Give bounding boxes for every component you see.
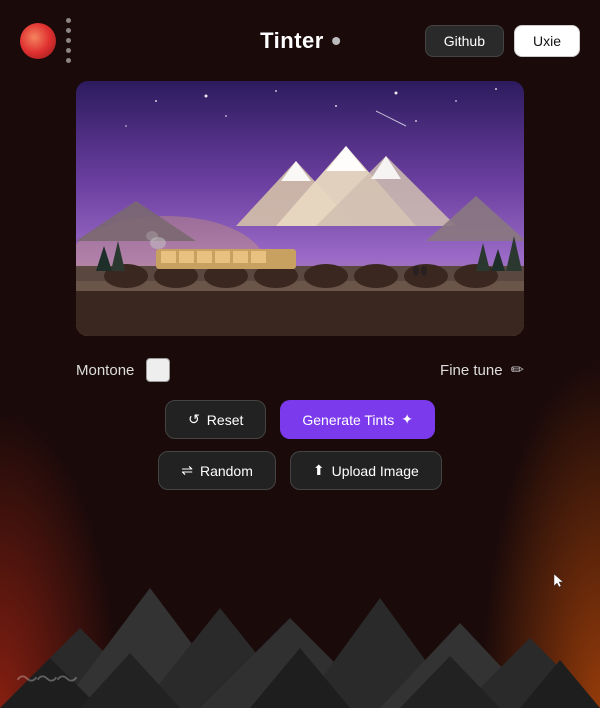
logo-icon	[20, 23, 56, 59]
reset-icon: ↺	[188, 411, 200, 428]
upload-button[interactable]: ⬆ Upload Image	[290, 451, 442, 490]
image-container	[76, 81, 524, 336]
uxie-button[interactable]: Uxie	[514, 25, 580, 57]
pencil-icon: ✏	[511, 360, 524, 380]
montone-section: Montone	[76, 358, 170, 382]
title-dot	[332, 37, 340, 45]
github-button[interactable]: Github	[425, 25, 504, 57]
generate-icon: ✦	[401, 411, 413, 428]
reset-label: Reset	[207, 412, 244, 428]
sidebar-dots	[66, 14, 71, 67]
cursor	[554, 574, 564, 588]
random-label: Random	[200, 463, 253, 479]
random-button[interactable]: ⇌ Random	[158, 451, 276, 490]
generate-button[interactable]: Generate Tints ✦	[280, 400, 435, 439]
finetune-section[interactable]: Fine tune ✏	[440, 360, 524, 380]
montone-label: Montone	[76, 362, 134, 379]
app-title: Tinter	[260, 28, 324, 54]
generate-label: Generate Tints	[302, 412, 394, 428]
wave-decoration: 〜〜〜	[16, 662, 76, 694]
random-icon: ⇌	[181, 462, 193, 479]
finetune-label: Fine tune	[440, 362, 503, 379]
upload-label: Upload Image	[332, 463, 419, 479]
montone-swatch[interactable]	[146, 358, 170, 382]
reset-button[interactable]: ↺ Reset	[165, 400, 266, 439]
upload-icon: ⬆	[313, 462, 325, 479]
